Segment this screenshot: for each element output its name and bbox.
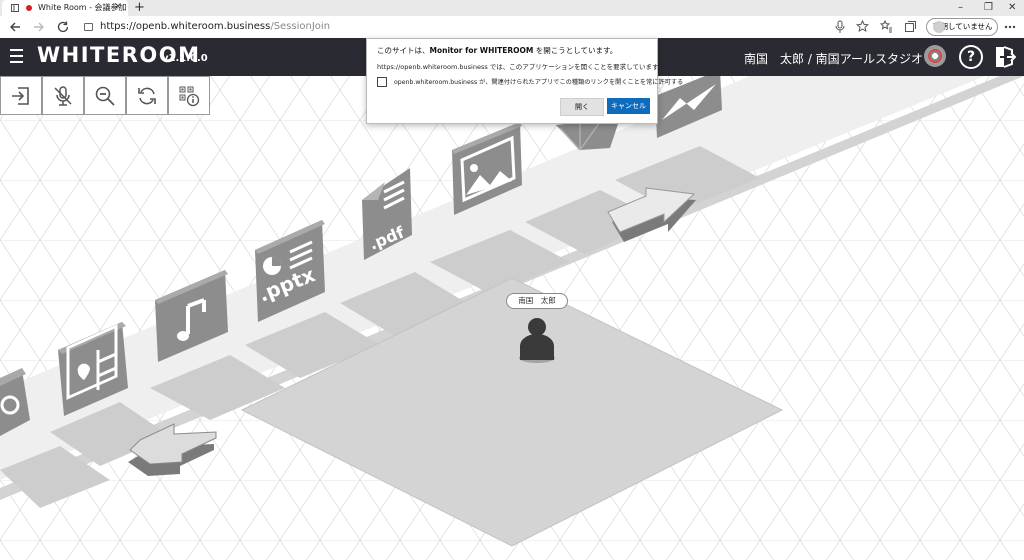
back-icon[interactable]: [8, 20, 22, 34]
more-icon[interactable]: [1004, 20, 1016, 34]
browser-tab-strip: White Room - 会議参加 × + – ❐ ✕: [0, 0, 1024, 16]
open-app-dialog: このサイトは、Monitor for WHITEROOM を開こうとしています。…: [366, 38, 683, 124]
sync-status-button[interactable]: 同期していません: [926, 18, 998, 36]
mute-button[interactable]: [42, 76, 84, 115]
dialog-message: https://openb.whiteroom.business では、このアプ…: [377, 63, 665, 71]
leave-room-button[interactable]: [0, 76, 42, 115]
close-window-button[interactable]: ✕: [1008, 0, 1016, 16]
recording-indicator-icon: [26, 5, 32, 11]
profile-avatar-icon: [933, 21, 945, 33]
always-allow-label: openb.whiteroom.business が、関連付けられたアプリでこの…: [394, 79, 684, 86]
url-host: https://openb.whiteroom.business: [100, 21, 271, 32]
avatar-name-badge: 南国 太郎: [506, 293, 568, 309]
rotate-button[interactable]: [126, 76, 168, 115]
browser-toolbar: https://openb.whiteroom.business/Session…: [0, 16, 1024, 39]
qr-info-button[interactable]: [168, 76, 210, 115]
zoom-out-button[interactable]: [84, 76, 126, 115]
user-name: 南国 太郎 / 南国アールスタジオ: [744, 52, 923, 66]
help-icon[interactable]: ?: [959, 45, 983, 69]
open-button[interactable]: 開く: [560, 98, 604, 116]
rotate-icon: [138, 87, 156, 104]
mic-icon[interactable]: [834, 20, 846, 34]
mic-muted-icon: [54, 85, 72, 106]
favorites-icon[interactable]: [880, 20, 893, 33]
exit-room-icon: [12, 86, 29, 105]
lock-icon: [84, 23, 93, 31]
star-icon[interactable]: [856, 20, 869, 33]
app-version: v1.1.0.0: [162, 53, 208, 64]
collections-icon[interactable]: [904, 20, 917, 33]
restore-button[interactable]: ❐: [984, 0, 993, 16]
cancel-button[interactable]: キャンセル: [607, 98, 650, 114]
tab-close-button[interactable]: ×: [114, 1, 122, 12]
reload-icon[interactable]: [56, 20, 70, 34]
recording-disc-icon[interactable]: [924, 45, 946, 67]
page-favicon-icon: [11, 4, 19, 12]
forward-icon[interactable]: [32, 20, 46, 34]
scene-toolbar: [0, 76, 210, 115]
virtual-room-canvas[interactable]: .pptx .pdf: [0, 76, 1024, 560]
dialog-title: このサイトは、Monitor for WHITEROOM を開こうとしています。: [377, 46, 618, 55]
new-tab-button[interactable]: +: [134, 0, 145, 16]
menu-icon[interactable]: [10, 49, 23, 63]
address-bar[interactable]: https://openb.whiteroom.business/Session…: [82, 19, 872, 35]
url-path: /SessionJoin: [270, 21, 331, 32]
minimize-button[interactable]: –: [958, 0, 963, 16]
qr-info-icon: [179, 86, 200, 106]
zoom-out-icon: [95, 86, 115, 106]
exit-icon[interactable]: [994, 45, 1016, 69]
always-allow-checkbox[interactable]: [377, 77, 387, 87]
browser-tab[interactable]: White Room - 会議参加 ×: [2, 0, 128, 16]
